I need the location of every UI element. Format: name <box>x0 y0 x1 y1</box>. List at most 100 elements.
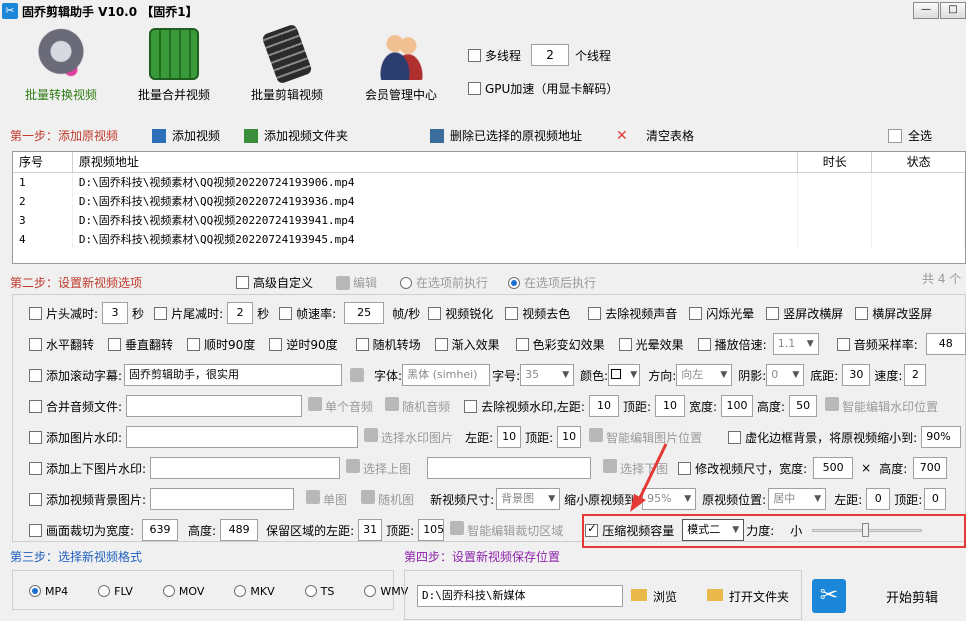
color-select[interactable]: ▼ <box>608 364 641 386</box>
gpu-checkbox[interactable] <box>468 82 481 95</box>
table-row[interactable]: 1 D:\固乔科技\视频素材\QQ视频20220724193906.mp4 <box>13 173 965 192</box>
crop-top-input[interactable]: 105 <box>418 519 445 541</box>
scroll-subtitle-input[interactable]: 固乔剪辑助手，很实用 <box>124 364 343 386</box>
format-radio-wmv[interactable] <box>364 585 377 597</box>
save-path-input[interactable]: D:\固乔科技\新媒体 <box>417 585 623 607</box>
audio-path-input[interactable] <box>126 395 303 417</box>
delete-selected-button[interactable]: 删除已选择的原视频地址 <box>430 127 582 144</box>
resize-height-input[interactable]: 700 <box>913 457 948 479</box>
blur-scale-select[interactable]: 90% <box>921 426 962 448</box>
single-audio-button[interactable]: 单个音频 <box>308 397 373 415</box>
resize-checkbox[interactable] <box>678 461 692 475</box>
mute-checkbox[interactable] <box>588 306 602 320</box>
img-top-input[interactable]: 10 <box>557 426 582 448</box>
cw90-checkbox[interactable] <box>187 337 201 351</box>
flash-checkbox[interactable] <box>689 306 703 320</box>
browse-button[interactable]: 浏览 <box>631 588 677 605</box>
thread-count-input[interactable]: 2 <box>531 44 570 66</box>
edit-button[interactable]: 编辑 <box>336 274 377 291</box>
format-radio-mp4[interactable] <box>29 585 41 597</box>
bottom-input[interactable]: 30 <box>842 364 871 386</box>
fadein-checkbox[interactable] <box>434 337 448 351</box>
vflip-checkbox[interactable] <box>108 337 122 351</box>
sample-rate-input[interactable]: 48 <box>925 333 966 355</box>
direction-select[interactable]: 向左 ▼ <box>676 364 733 386</box>
batch-edit-tool[interactable]: 批量剪辑视频 <box>232 23 342 103</box>
minimize-button[interactable]: — <box>913 2 939 19</box>
top-image-input[interactable] <box>150 457 341 479</box>
wm-top-input[interactable]: 10 <box>655 395 685 417</box>
shadow-select[interactable]: 0 ▼ <box>766 364 805 386</box>
image-watermark-input[interactable] <box>126 426 359 448</box>
video-table[interactable]: 序号 原视频地址 时长 状态 1 D:\固乔科技\视频素材\QQ视频202207… <box>12 151 966 264</box>
table-row[interactable]: 4 D:\固乔科技\视频素材\QQ视频20220724193945.mp4 <box>13 230 965 249</box>
col-index[interactable]: 序号 <box>13 152 73 172</box>
size-select[interactable]: 35 ▼ <box>520 364 575 386</box>
new-size-select[interactable]: 背景图 ▼ <box>496 488 561 510</box>
select-all-button[interactable]: 全选 <box>888 127 932 144</box>
scroll-subtitle-checkbox[interactable] <box>29 368 42 382</box>
smart-crop-button[interactable]: 智能编辑裁切区域 <box>450 521 563 539</box>
random-transition-checkbox[interactable] <box>355 337 369 351</box>
run-before-option[interactable]: 在选项前执行 <box>400 274 488 291</box>
multithread-checkbox[interactable] <box>468 48 481 62</box>
table-row[interactable]: 3 D:\固乔科技\视频素材\QQ视频20220724193941.mp4 <box>13 211 965 230</box>
batch-merge-tool[interactable]: 批量合并视频 <box>119 28 229 103</box>
halo-checkbox[interactable] <box>618 337 632 351</box>
start-edit-button[interactable]: ✂ 开始剪辑 <box>812 574 962 618</box>
wm-left-input[interactable]: 10 <box>588 395 619 417</box>
top-bottom-image-checkbox[interactable] <box>29 461 42 475</box>
clear-table-button[interactable]: ✕ 清空表格 <box>616 127 694 144</box>
ccw90-checkbox[interactable] <box>269 337 283 351</box>
resize-width-input[interactable]: 500 <box>813 457 854 479</box>
random-audio-button[interactable]: 随机音频 <box>385 397 450 415</box>
add-video-button[interactable]: 添加视频 <box>152 127 220 144</box>
bg-image-checkbox[interactable] <box>29 492 42 506</box>
fps-input[interactable]: 25 <box>344 302 385 324</box>
remove-watermark-checkbox[interactable] <box>464 399 478 413</box>
single-bg-button[interactable]: 单图 <box>306 490 347 508</box>
format-radio-mov[interactable] <box>162 585 175 597</box>
format-radio-ts[interactable] <box>304 585 317 597</box>
crop-width-input[interactable]: 639 <box>142 519 179 541</box>
sample-rate-checkbox[interactable] <box>836 337 850 351</box>
h2v-checkbox[interactable] <box>855 306 869 320</box>
bg-left-input[interactable]: 0 <box>866 488 891 510</box>
blur-border-checkbox[interactable] <box>728 430 742 444</box>
col-duration[interactable]: 时长 <box>798 152 873 172</box>
hflip-checkbox[interactable] <box>29 337 42 351</box>
image-watermark-checkbox[interactable] <box>29 430 42 444</box>
add-folder-button[interactable]: 添加视频文件夹 <box>244 127 348 144</box>
col-status[interactable]: 状态 <box>872 152 965 172</box>
col-path[interactable]: 原视频地址 <box>73 152 799 172</box>
color-effect-checkbox[interactable] <box>515 337 529 351</box>
bg-image-input[interactable] <box>150 488 295 510</box>
cut-tail-checkbox[interactable] <box>154 306 168 320</box>
pick-watermark-button[interactable]: 选择水印图片 <box>364 428 453 446</box>
smart-watermark-button[interactable]: 智能编辑水印位置 <box>825 397 938 415</box>
format-radio-mkv[interactable] <box>234 585 247 597</box>
speed-checkbox[interactable] <box>697 337 711 351</box>
cut-head-input[interactable]: 3 <box>102 302 129 324</box>
format-radio-flv[interactable] <box>98 585 111 597</box>
merge-audio-checkbox[interactable] <box>29 399 42 413</box>
crop-left-input[interactable]: 31 <box>358 519 383 541</box>
pick-top-image-button[interactable]: 选择上图 <box>346 459 411 477</box>
run-before-radio[interactable] <box>400 276 412 289</box>
speed-select[interactable]: 1.1 ▼ <box>772 333 819 355</box>
font-select[interactable]: 黑体 (simhei) <box>402 364 491 386</box>
sharpen-checkbox[interactable] <box>428 306 442 320</box>
batch-convert-tool[interactable]: 批量转换视频 <box>6 28 116 103</box>
maximize-button[interactable]: □ <box>940 2 966 19</box>
table-row[interactable]: 2 D:\固乔科技\视频素材\QQ视频20220724193936.mp4 <box>13 192 965 211</box>
decolor-checkbox[interactable] <box>505 306 519 320</box>
random-bg-button[interactable]: 随机图 <box>361 490 414 508</box>
bg-top-input[interactable]: 0 <box>924 488 947 510</box>
crop-checkbox[interactable] <box>29 523 42 537</box>
member-center-tool[interactable]: 会员管理中心 <box>346 28 456 103</box>
fps-checkbox[interactable] <box>279 306 293 320</box>
img-left-input[interactable]: 10 <box>497 426 522 448</box>
crop-height-input[interactable]: 489 <box>220 519 259 541</box>
wm-height-input[interactable]: 50 <box>789 395 818 417</box>
run-after-option[interactable]: 在选项后执行 <box>508 274 596 291</box>
